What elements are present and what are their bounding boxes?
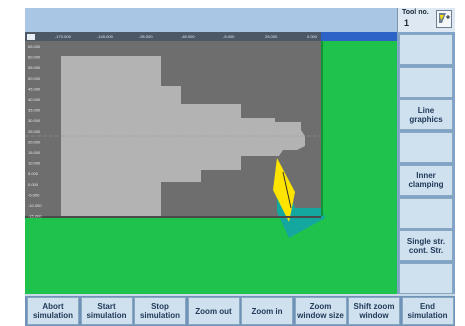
y-tick-label: 40.000 xyxy=(28,97,41,102)
y-tick-label: 45.000 xyxy=(28,86,41,91)
status-bar xyxy=(25,8,397,32)
y-tick-label: 25.000 xyxy=(28,129,41,134)
x-tick-label: -45.000 xyxy=(181,34,195,39)
horizontal-softkey-7[interactable]: Shift zoom window xyxy=(348,297,400,325)
x-tick-label: -170.000 xyxy=(55,34,72,39)
y-tick-label: 10.000 xyxy=(28,161,41,166)
vertical-softkey-2[interactable] xyxy=(399,66,453,98)
y-tick-label: -10.000 xyxy=(28,203,42,208)
y-tick-label: 50.000 xyxy=(28,76,41,81)
x-tick-label: -145.000 xyxy=(97,34,114,39)
vertical-softkey-7[interactable]: Single str. cont. Str. xyxy=(399,230,453,262)
x-tick-label: 25.000 xyxy=(265,34,278,39)
x-tick-label: -5.000 xyxy=(223,34,235,39)
horizontal-softkey-bar: Abort simulation Start simulation Stop sim… xyxy=(25,296,455,326)
y-tick-label: 5.000 xyxy=(28,171,39,176)
vertical-softkey-3[interactable]: Line graphics xyxy=(399,99,453,131)
x-scale-blue xyxy=(321,32,397,41)
simulation-graphic[interactable]: 65.000 60.000 55.000 50.000 45.000 40.000 35.0… xyxy=(25,32,397,294)
horizontal-softkey-1[interactable]: Abort simulation xyxy=(27,297,79,325)
y-tick-label: 20.000 xyxy=(28,139,41,144)
y-tick-label: 30.000 xyxy=(28,118,41,123)
tool-preview-icon xyxy=(436,10,452,28)
y-tick-label: 35.000 xyxy=(28,108,41,113)
tool-number: 1 xyxy=(404,18,410,28)
y-tick-label: -5.000 xyxy=(28,192,40,197)
horizontal-softkey-4[interactable]: Zoom out xyxy=(187,297,240,325)
horizontal-softkey-8[interactable]: End simulation xyxy=(401,297,454,325)
y-tick-label: 55.000 xyxy=(28,65,41,70)
y-tick-label: -15.000 xyxy=(28,214,42,219)
vertical-softkey-6[interactable] xyxy=(399,197,453,229)
x-tick-label: 0.000 xyxy=(307,34,318,39)
green-divider xyxy=(321,41,323,216)
y-tick-label: 65.000 xyxy=(28,44,41,49)
cnc-screen: Tool no. 1 65.000 60.000 55.000 50.000 4… xyxy=(25,8,455,326)
vertical-softkey-5[interactable]: Inner clamping xyxy=(399,164,453,196)
vertical-softkey-bar: Line graphics Inner clamping Single str. c… xyxy=(397,32,455,294)
y-tick-label: 60.000 xyxy=(28,55,41,60)
horizontal-softkey-6[interactable]: Zoom window size xyxy=(294,297,347,325)
horizontal-softkey-2[interactable]: Start simulation xyxy=(80,297,133,325)
horizontal-softkey-3[interactable]: Stop simulation xyxy=(134,297,186,325)
origin-icon xyxy=(27,34,35,40)
y-tick-label: 0.000 xyxy=(28,182,39,187)
chuck-boundary xyxy=(25,216,321,218)
x-tick-label: -95.000 xyxy=(139,34,153,39)
vertical-softkey-8[interactable] xyxy=(399,262,453,294)
vertical-softkey-1[interactable] xyxy=(399,34,453,65)
vertical-softkey-4[interactable] xyxy=(399,132,453,164)
tool-label: Tool no. xyxy=(402,9,429,16)
y-tick-label: 15.000 xyxy=(28,150,41,155)
horizontal-softkey-5[interactable]: Zoom in xyxy=(241,297,293,325)
tool-number-box: Tool no. 1 xyxy=(397,8,455,32)
